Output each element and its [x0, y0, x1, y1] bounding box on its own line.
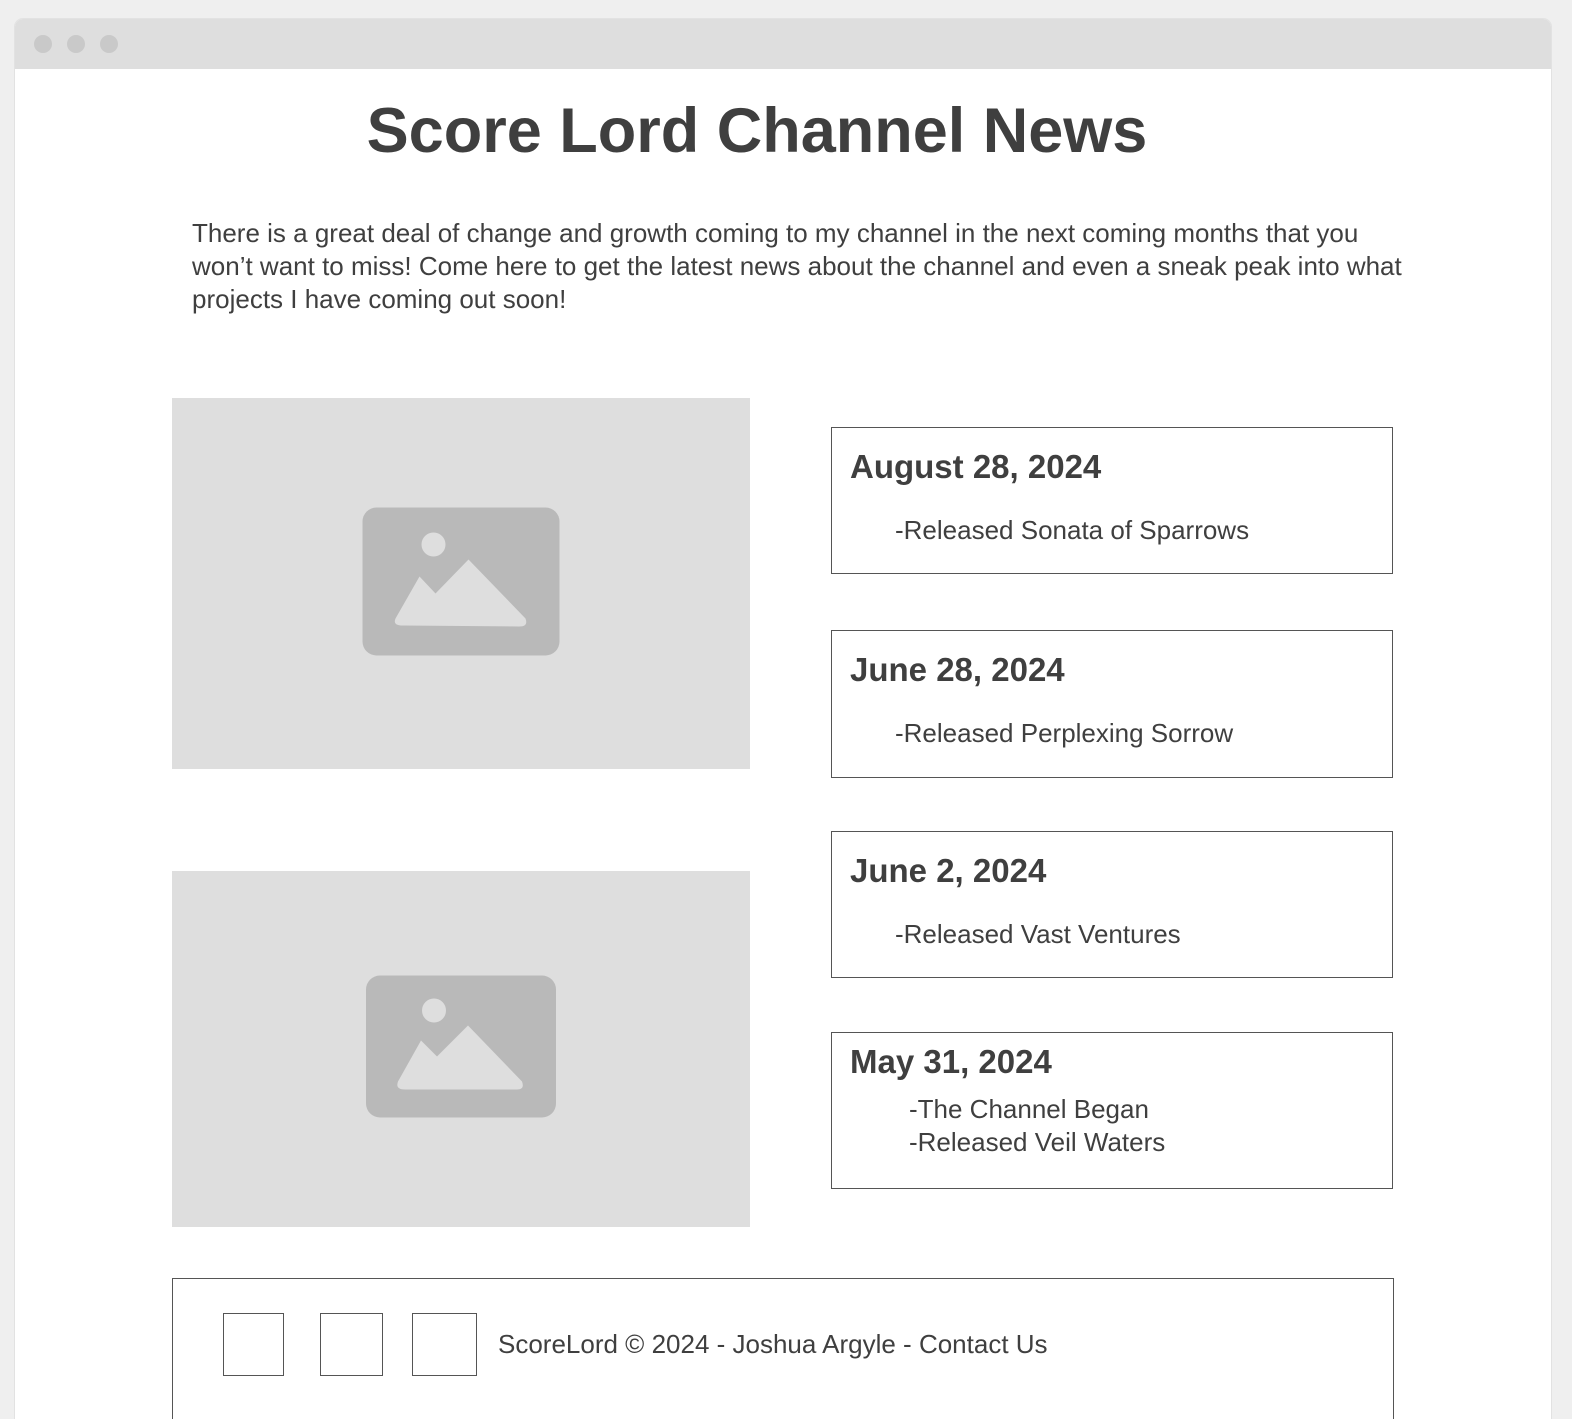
- news-date: August 28, 2024: [850, 448, 1102, 485]
- browser-window: Score Lord Channel News There is a great…: [15, 19, 1551, 1419]
- news-card: June 28, 2024 -Released Perplexing Sorro…: [831, 630, 1393, 778]
- social-link-1[interactable]: [223, 1313, 284, 1376]
- image-placeholder-icon: [362, 507, 560, 660]
- news-item: -Released Sonata of Sparrows: [895, 515, 1250, 545]
- news-card: August 28, 2024 -Released Sonata of Spar…: [831, 427, 1393, 574]
- news-date: June 28, 2024: [850, 651, 1065, 688]
- window-minimize-dot[interactable]: [67, 35, 85, 53]
- image-placeholder-icon: [366, 975, 556, 1123]
- window-maximize-dot[interactable]: [100, 35, 118, 53]
- news-card: May 31, 2024 -The Channel Began -Release…: [831, 1032, 1393, 1189]
- page-footer: ScoreLord © 2024 - Joshua Argyle - Conta…: [172, 1278, 1394, 1419]
- news-date: June 2, 2024: [850, 852, 1047, 889]
- window-titlebar: [15, 19, 1551, 69]
- news-card: June 2, 2024 -Released Vast Ventures: [831, 831, 1393, 978]
- news-items-list: -The Channel Began -Released Veil Waters: [909, 1093, 1165, 1159]
- image-placeholder-2: [172, 871, 750, 1227]
- news-date: May 31, 2024: [850, 1043, 1052, 1080]
- footer-text: ScoreLord © 2024 - Joshua Argyle - Conta…: [498, 1329, 1048, 1359]
- social-link-3[interactable]: [412, 1313, 477, 1376]
- window-close-dot[interactable]: [34, 35, 52, 53]
- news-item: -Released Perplexing Sorrow: [895, 718, 1234, 748]
- image-placeholder-1: [172, 398, 750, 769]
- news-item: -Released Veil Waters: [909, 1127, 1166, 1157]
- social-link-2[interactable]: [320, 1313, 383, 1376]
- intro-paragraph: There is a great deal of change and grow…: [192, 218, 1402, 314]
- news-item: -The Channel Began: [909, 1094, 1149, 1124]
- page-title: Score Lord Channel News: [366, 96, 1148, 166]
- news-item: -Released Vast Ventures: [895, 919, 1181, 949]
